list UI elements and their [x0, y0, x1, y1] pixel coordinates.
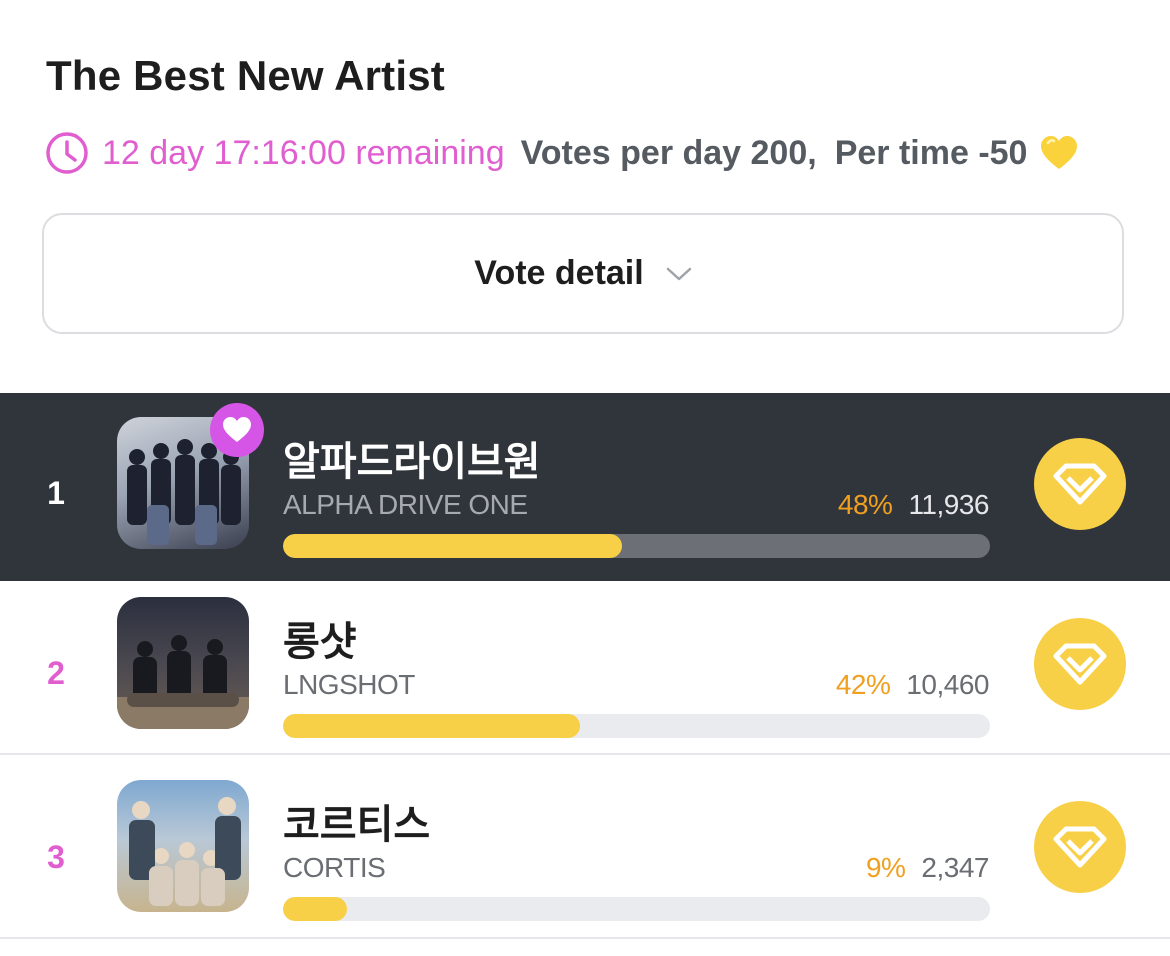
rank-number: 1: [47, 475, 65, 511]
vote-count: 10,460: [906, 669, 989, 700]
vote-progress-fill: [283, 897, 347, 921]
vote-percent: 48%: [837, 489, 893, 520]
vote-progress-bar: [283, 534, 990, 558]
artist-name-english: CORTIS: [283, 852, 386, 883]
vote-info-row: 12 day 17:16:00 remaining Votes per day …: [44, 130, 1079, 176]
vote-logo-icon: [1053, 643, 1107, 685]
vote-logo-icon: [1053, 826, 1107, 868]
rank-number: 3: [47, 839, 65, 875]
artist-photo: [117, 780, 249, 912]
chevron-down-icon: [666, 267, 691, 280]
artist-photo: [117, 597, 249, 729]
artist-name-korean: 알파드라이브원: [283, 440, 541, 484]
vote-button[interactable]: [1034, 618, 1126, 710]
vote-progress-fill: [283, 714, 580, 738]
remaining-time: 12 day 17:16:00 remaining: [102, 133, 505, 172]
row-divider: [0, 937, 1170, 939]
vote-logo-icon: [1053, 463, 1107, 505]
artist-name-korean: 롱샷: [283, 620, 357, 664]
vote-stats: 9% 2,347: [865, 852, 990, 884]
vote-limits: Votes per day 200, Per time -50: [521, 134, 1028, 173]
vote-detail-button[interactable]: Vote detail: [42, 213, 1124, 334]
heart-icon: [223, 417, 251, 442]
vote-button[interactable]: [1034, 801, 1126, 893]
vote-count: 11,936: [908, 489, 989, 520]
page-title: The Best New Artist: [46, 52, 445, 99]
ranking-row[interactable]: 3 코르티스 CORTIS 9% 2,347: [0, 755, 1170, 939]
vote-progress-bar: [283, 714, 990, 738]
yellow-heart-icon: [1041, 136, 1078, 169]
vote-detail-label: Vote detail: [474, 254, 644, 292]
votes-per-day: Votes per day 200,: [520, 133, 817, 172]
artist-name-korean: 코르티스: [283, 803, 431, 847]
favorite-badge[interactable]: [210, 403, 264, 457]
rank-number: 2: [47, 655, 65, 691]
artist-name-english: LNGSHOT: [283, 669, 415, 700]
vote-percent: 9%: [865, 852, 906, 883]
clock-icon: [46, 132, 88, 174]
vote-percent: 42%: [835, 669, 891, 700]
ranking-row[interactable]: 1 알파드라이브원 ALPHA DRIVE ONE 48% 11,936: [0, 393, 1170, 581]
vote-count: 2,347: [921, 852, 989, 883]
per-time: Per time -50: [834, 133, 1028, 172]
artist-name-english: ALPHA DRIVE ONE: [283, 489, 528, 520]
vote-stats: 42% 10,460: [835, 669, 990, 701]
vote-stats: 48% 11,936: [837, 489, 990, 521]
vote-button[interactable]: [1034, 438, 1126, 530]
vote-progress-fill: [283, 534, 623, 558]
ranking-row[interactable]: 2 롱샷 LNGSHOT 42% 10,460: [0, 581, 1170, 755]
vote-progress-bar: [283, 897, 990, 921]
